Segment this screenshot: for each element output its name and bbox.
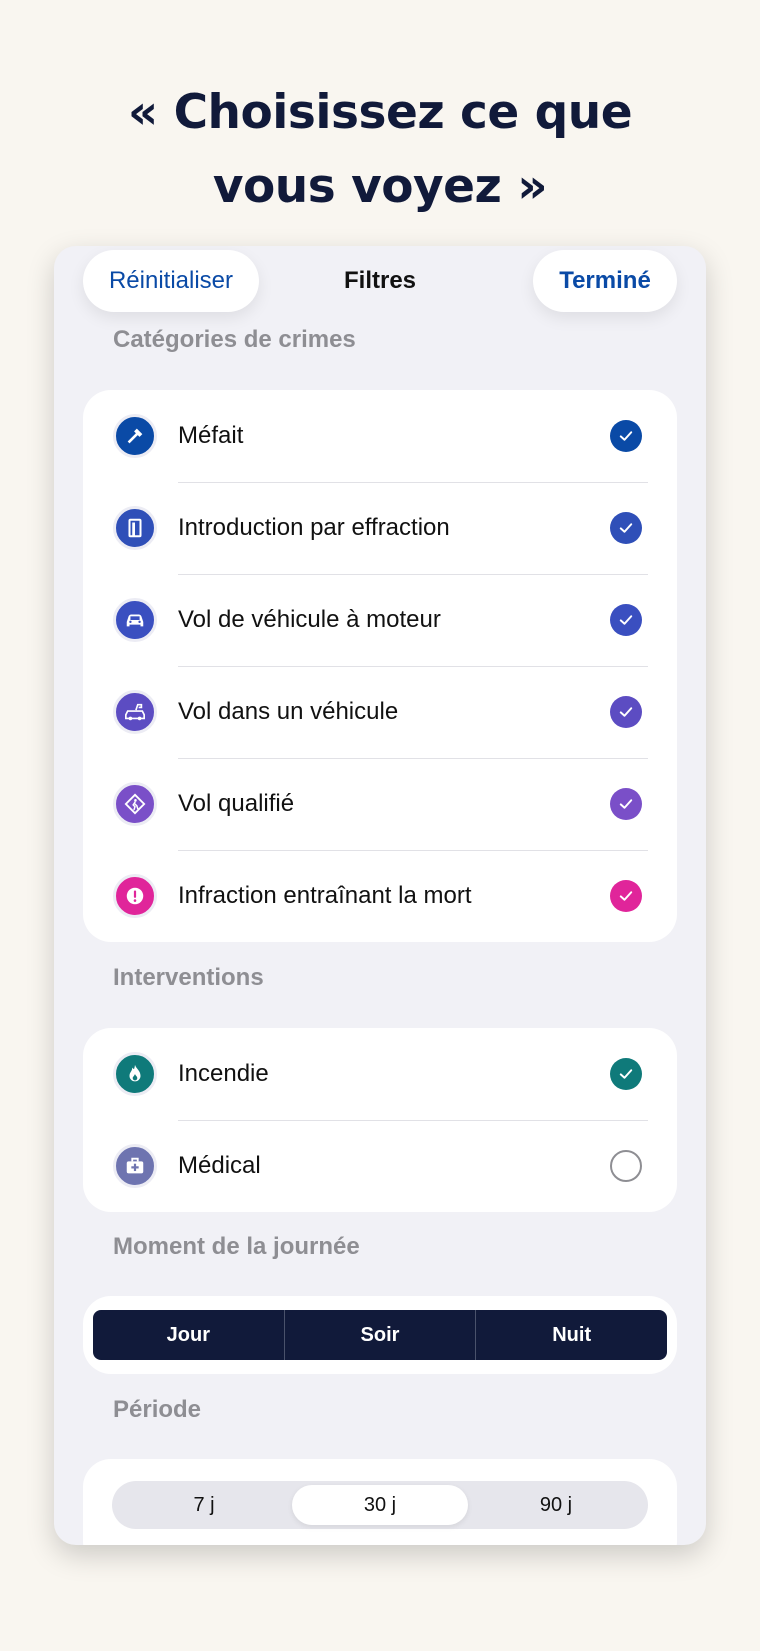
flame-icon xyxy=(113,1052,157,1096)
crime-label-break-in: Introduction par effraction xyxy=(178,514,450,541)
interventions-card: Incendie Médical xyxy=(83,1028,677,1212)
segment-7-days[interactable]: 7 j xyxy=(116,1485,292,1525)
list-item[interactable]: Vol dans un véhicule xyxy=(83,666,677,758)
checkbox-mefait[interactable] xyxy=(610,420,642,452)
reset-button[interactable]: Réinitialiser xyxy=(83,250,259,312)
medical-kit-icon xyxy=(113,1144,157,1188)
headline-line-1: « Choisissez ce que xyxy=(127,85,633,140)
list-item[interactable]: Infraction entraînant la mort xyxy=(83,850,677,942)
checkbox-break-in[interactable] xyxy=(610,512,642,544)
time-of-day-segmented-control: Jour Soir Nuit xyxy=(93,1310,667,1360)
checkbox-vehicle-theft[interactable] xyxy=(610,604,642,636)
door-icon xyxy=(113,506,157,550)
time-of-day-card: Jour Soir Nuit xyxy=(83,1296,677,1374)
done-button[interactable]: Terminé xyxy=(533,250,677,312)
segment-night[interactable]: Nuit xyxy=(475,1310,667,1360)
hammer-icon xyxy=(113,414,157,458)
crime-label-theft-from-vehicle: Vol dans un véhicule xyxy=(178,698,399,725)
checkbox-homicide[interactable] xyxy=(610,880,642,912)
list-item[interactable]: Incendie xyxy=(83,1028,677,1120)
segment-90-days[interactable]: 90 j xyxy=(468,1485,644,1525)
segment-30-days[interactable]: 30 j xyxy=(292,1485,468,1525)
robbery-icon xyxy=(113,782,157,826)
list-item[interactable]: Vol qualifié xyxy=(83,758,677,850)
list-item[interactable]: Médical xyxy=(83,1120,677,1212)
crime-label-vehicle-theft: Vol de véhicule à moteur xyxy=(178,606,441,633)
interventions-label: Interventions xyxy=(113,964,264,991)
crime-label-robbery: Vol qualifié xyxy=(178,790,295,817)
car-icon xyxy=(113,598,157,642)
list-item[interactable]: Introduction par effraction xyxy=(83,482,677,574)
crime-label-mefait: Méfait xyxy=(178,422,244,449)
segment-evening[interactable]: Soir xyxy=(283,1310,476,1360)
filters-sheet: Réinitialiser Filtres Terminé Catégories… xyxy=(54,246,706,1545)
crime-label-homicide: Infraction entraînant la mort xyxy=(178,882,472,909)
crime-categories-card: Méfait Introduction par effraction Vol d… xyxy=(83,390,677,942)
checkbox-medical[interactable] xyxy=(610,1150,642,1182)
intervention-label-medical: Médical xyxy=(178,1152,261,1179)
period-segmented-control: 7 j 30 j 90 j xyxy=(112,1481,648,1529)
checkbox-fire[interactable] xyxy=(610,1058,642,1090)
headline: « Choisissez ce que vous voyez » xyxy=(0,76,760,224)
checkbox-robbery[interactable] xyxy=(610,788,642,820)
alert-icon xyxy=(113,874,157,918)
time-of-day-label: Moment de la journée xyxy=(113,1233,360,1260)
period-label: Période xyxy=(113,1396,202,1423)
intervention-label-fire: Incendie xyxy=(178,1060,269,1087)
segment-day[interactable]: Jour xyxy=(93,1310,284,1360)
list-item[interactable]: Vol de véhicule à moteur xyxy=(83,574,677,666)
period-card: 7 j 30 j 90 j xyxy=(83,1459,677,1545)
list-item[interactable]: Méfait xyxy=(83,390,677,482)
headline-line-2: vous voyez » xyxy=(212,159,548,214)
checkbox-theft-from-vehicle[interactable] xyxy=(610,696,642,728)
crime-categories-label: Catégories de crimes xyxy=(113,326,356,353)
car-breakin-icon xyxy=(113,690,157,734)
